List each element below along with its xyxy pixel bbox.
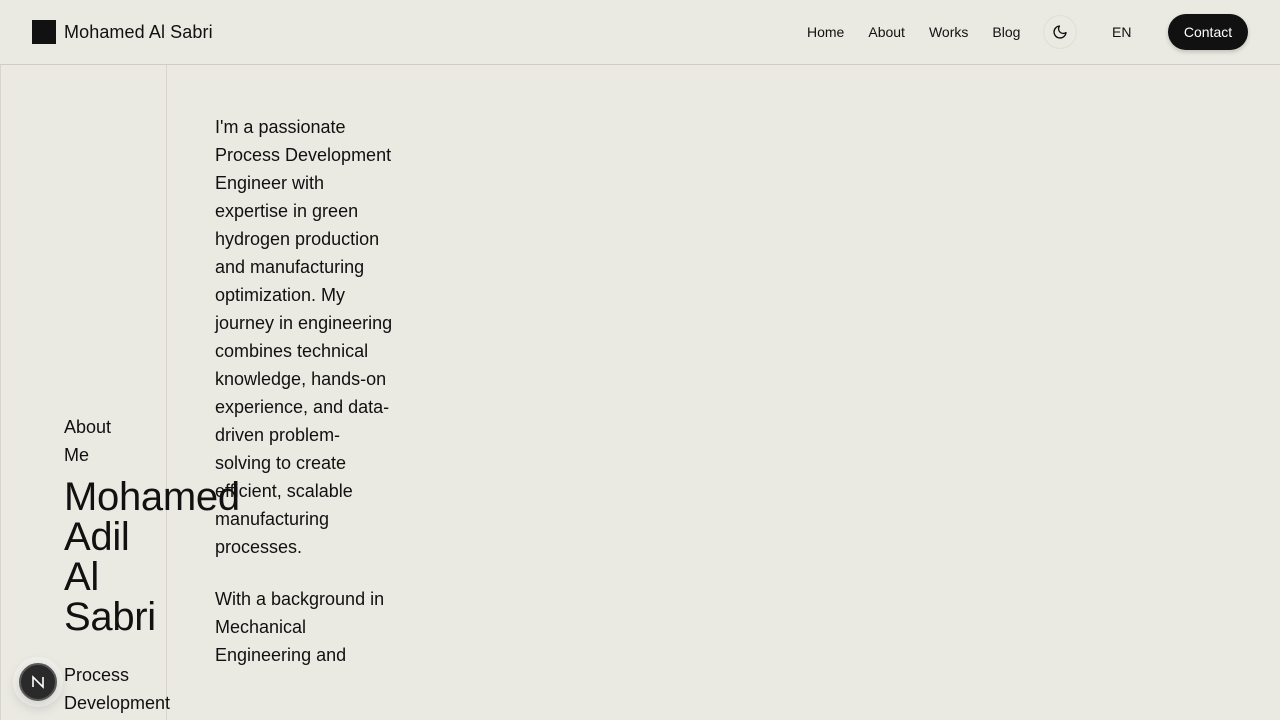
hero-name-line: Adil	[64, 515, 130, 559]
section-label: About Me	[64, 417, 112, 465]
site-header: Mohamed Al Sabri Home About Works Blog E…	[0, 0, 1280, 65]
bio-paragraph: With a background in Mechanical Engineer…	[215, 589, 385, 665]
hero-name: Mohamed Adil Al Sabri	[64, 475, 240, 639]
brand-name: Mohamed Al Sabri	[64, 22, 213, 42]
nextjs-icon	[32, 675, 44, 689]
hero-name-line: Sabri	[64, 595, 156, 639]
contact-button[interactable]: Contact	[1168, 14, 1248, 50]
brand-link[interactable]: Mohamed Al Sabri	[32, 20, 213, 44]
nextjs-dev-badge[interactable]	[19, 663, 57, 701]
left-border	[0, 65, 1, 720]
brand-logo-icon	[32, 20, 56, 44]
language-selector[interactable]: EN	[1112, 22, 1131, 42]
nav-home[interactable]: Home	[807, 22, 844, 42]
bio-paragraph: I'm a passionate Process Development Eng…	[215, 117, 393, 557]
theme-toggle-button[interactable]	[1044, 16, 1076, 48]
nav-works[interactable]: Works	[929, 22, 968, 42]
bio-text: I'm a passionate Process Development Eng…	[215, 113, 393, 693]
main-nav: Home About Works Blog	[807, 0, 1020, 64]
nav-blog[interactable]: Blog	[992, 22, 1020, 42]
role-title: Process Development	[64, 665, 171, 713]
hero-name-line: Mohamed	[64, 475, 240, 519]
nav-about[interactable]: About	[868, 22, 905, 42]
moon-icon	[1053, 25, 1067, 39]
hero-name-line: Al	[64, 555, 99, 599]
